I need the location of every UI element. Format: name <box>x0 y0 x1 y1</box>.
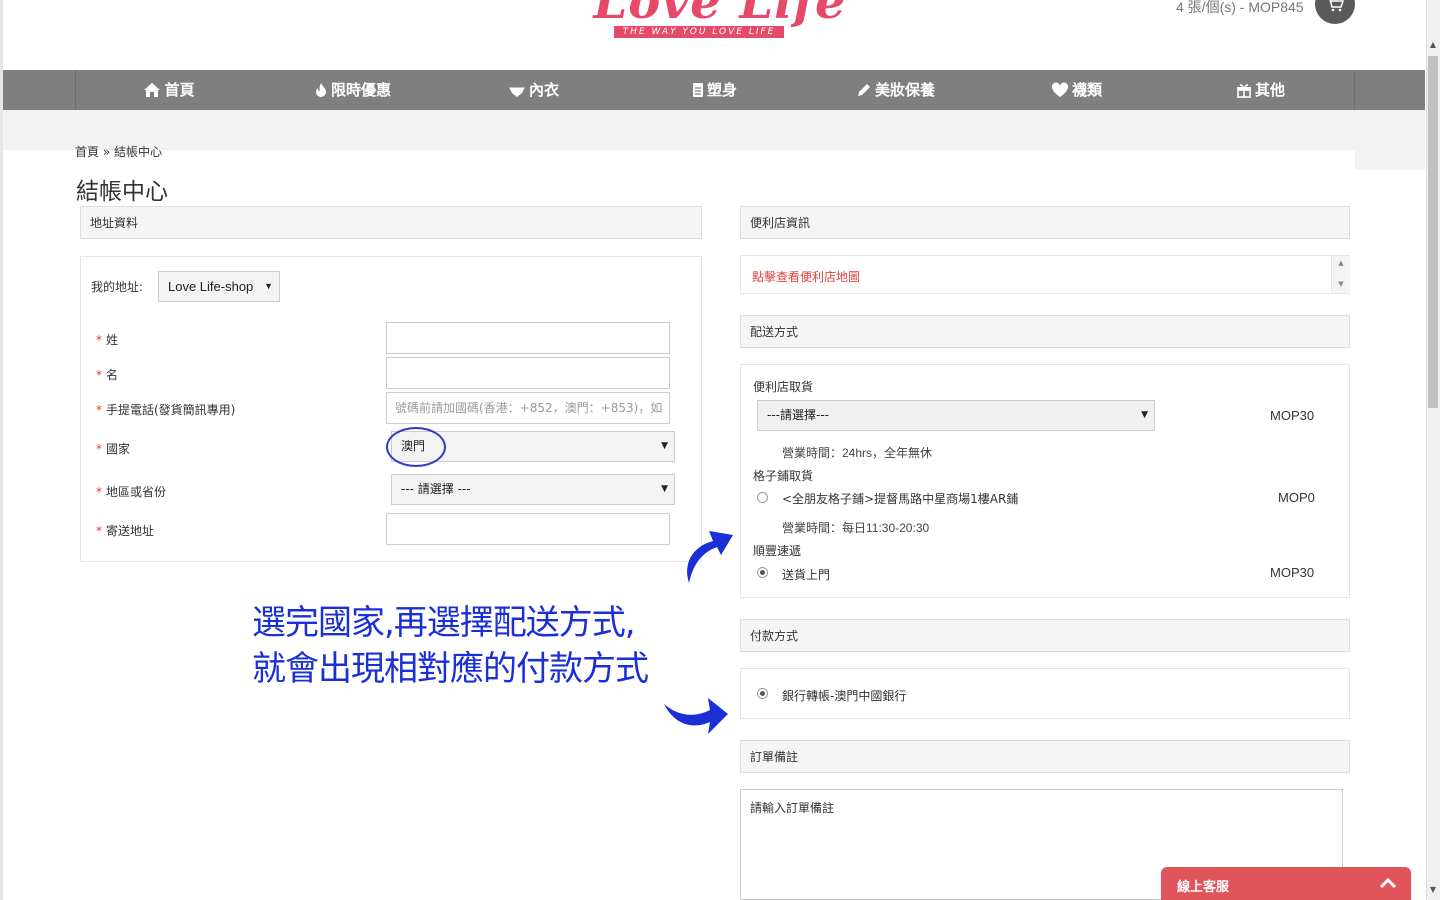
pencil-icon <box>857 84 870 96</box>
logo-tagline: THE WAY YOU LOVE LIFE <box>614 26 784 38</box>
store-pickup-value: ---請選擇--- <box>767 408 829 422</box>
breadcrumb-home-link[interactable]: 首頁 <box>75 145 99 159</box>
region-label: * 地區或省份 <box>96 485 167 499</box>
address-input[interactable] <box>386 513 670 545</box>
mobile-label: * 手提電話(發貨簡訊專用) <box>96 403 236 417</box>
shipping-heading: 配送方式 <box>740 315 1350 348</box>
nav-item-label: 限時優惠 <box>330 81 391 99</box>
main-nav: 首頁 限時優惠 內衣 塑身 美妝保養 襪類 其他 <box>3 70 1425 110</box>
nav-item-deals[interactable]: 限時優惠 <box>262 70 443 110</box>
my-address-select[interactable]: Love Life-shop ▼ <box>158 271 280 302</box>
mobile-input[interactable]: 號碼前請加國碼(香港：+852，澳門：+853)，如 <box>386 392 670 424</box>
logo-text: Love Life <box>593 0 847 30</box>
shaping-icon <box>692 83 703 97</box>
cart-icon[interactable] <box>1315 0 1355 24</box>
nav-item-label: 首頁 <box>164 81 195 99</box>
address-panel-heading: 地址資料 <box>80 206 702 239</box>
sf-express-price: MOP30 <box>1270 565 1315 580</box>
store-pickup-price: MOP30 <box>1270 408 1315 423</box>
scroll-up-arrow-icon[interactable]: ▲ <box>1426 38 1440 52</box>
last-name-label: * 姓 <box>96 333 119 347</box>
nav-item-label: 內衣 <box>528 81 559 99</box>
bra-icon <box>508 86 525 97</box>
store-info-heading: 便利店資訊 <box>740 206 1350 239</box>
site-logo[interactable]: Love Life THE WAY YOU LOVE LIFE <box>590 0 850 40</box>
nav-item-home[interactable]: 首頁 <box>76 70 262 110</box>
breadcrumb: 首頁 » 結帳中心 <box>75 143 162 160</box>
payment-option-label[interactable]: 銀行轉帳-澳門中國銀行 <box>782 687 906 704</box>
chevron-down-icon: ▼ <box>1141 410 1148 420</box>
first-name-input[interactable] <box>386 357 670 389</box>
chevron-down-icon: ▼ <box>264 281 273 291</box>
my-address-value: Love Life-shop <box>168 279 254 294</box>
nav-item-other[interactable]: 其他 <box>1167 70 1354 110</box>
chevron-down-icon: ▼ <box>661 484 668 494</box>
page-title: 結帳中心 <box>76 179 168 205</box>
nav-item-beauty[interactable]: 美妝保養 <box>805 70 986 110</box>
my-address-label: 我的地址: <box>91 280 144 294</box>
nav-item-socks[interactable]: 襪類 <box>986 70 1167 110</box>
payment-radio[interactable] <box>757 688 768 699</box>
nav-spacer-band-right <box>1355 150 1425 170</box>
nav-item-label: 其他 <box>1254 81 1285 99</box>
nav-item-label: 塑身 <box>706 81 737 99</box>
payment-heading: 付款方式 <box>740 619 1350 652</box>
notes-heading: 訂單備註 <box>740 740 1350 773</box>
scroll-down-arrow-icon[interactable]: ▼ <box>1332 280 1350 288</box>
nav-item-label: 美妝保養 <box>874 81 935 99</box>
locker-title: 格子鋪取貨 <box>753 469 814 483</box>
fire-icon <box>315 83 326 97</box>
last-name-input[interactable] <box>386 322 670 354</box>
nav-item-label: 襪類 <box>1071 81 1102 99</box>
nav-item-shaping[interactable]: 塑身 <box>624 70 805 110</box>
locker-option-label[interactable]: <全朋友格子鋪>提督馬路中星商場1樓AR鋪 <box>782 490 1018 507</box>
nav-spacer-band <box>3 110 1425 150</box>
sf-express-title: 順豐速遞 <box>753 544 802 558</box>
store-pickup-select[interactable]: ---請選擇--- ▼ <box>757 400 1155 431</box>
chevron-down-icon: ▼ <box>661 441 668 451</box>
store-info-scrollbar[interactable]: ▲ ▼ <box>1331 256 1350 293</box>
chevron-up-icon[interactable] <box>1379 877 1397 889</box>
store-pickup-title: 便利店取貨 <box>753 380 814 394</box>
curved-arrow-right-icon <box>664 698 728 734</box>
annotation-circle <box>386 427 446 467</box>
locker-radio[interactable] <box>757 492 768 503</box>
nav-item-lingerie[interactable]: 內衣 <box>443 70 624 110</box>
sf-express-option-label[interactable]: 送貨上門 <box>782 566 830 583</box>
live-chat-label: 線上客服 <box>1177 880 1230 895</box>
gift-icon <box>1236 84 1251 98</box>
address-label: * 寄送地址 <box>96 524 155 538</box>
curved-arrow-up-icon <box>687 531 733 583</box>
heart-icon <box>1051 82 1069 97</box>
sf-express-radio[interactable] <box>757 567 768 578</box>
instruction-annotation: 選完國家,再選擇配送方式, 就會出現相對應的付款方式 <box>252 600 649 692</box>
annotation-line-2: 就會出現相對應的付款方式 <box>252 649 649 689</box>
locker-price: MOP0 <box>1278 490 1315 505</box>
scroll-down-arrow-icon[interactable]: ▼ <box>1426 883 1440 897</box>
breadcrumb-current: 結帳中心 <box>114 145 163 159</box>
scroll-up-arrow-icon[interactable]: ▲ <box>1332 259 1350 267</box>
store-map-link[interactable]: 點擊查看便利店地圖 <box>752 268 860 285</box>
store-pickup-hours: 營業時間：24hrs，全年無休 <box>782 446 933 460</box>
region-select[interactable]: --- 請選擇 --- ▼ <box>391 474 675 505</box>
breadcrumb-separator: » <box>102 145 111 159</box>
first-name-label: * 名 <box>96 368 119 382</box>
country-label: * 國家 <box>96 442 131 456</box>
live-chat-widget[interactable]: 線上客服 <box>1161 867 1411 900</box>
annotation-line-1: 選完國家,再選擇配送方式, <box>252 603 636 643</box>
region-value: --- 請選擇 --- <box>401 482 471 496</box>
scrollbar-thumb[interactable] <box>1428 56 1438 408</box>
home-icon <box>144 83 161 97</box>
cart-summary[interactable]: 4 張/個(s) - MOP845 <box>1176 0 1304 17</box>
locker-hours: 營業時間：每日11:30-20:30 <box>782 521 930 535</box>
